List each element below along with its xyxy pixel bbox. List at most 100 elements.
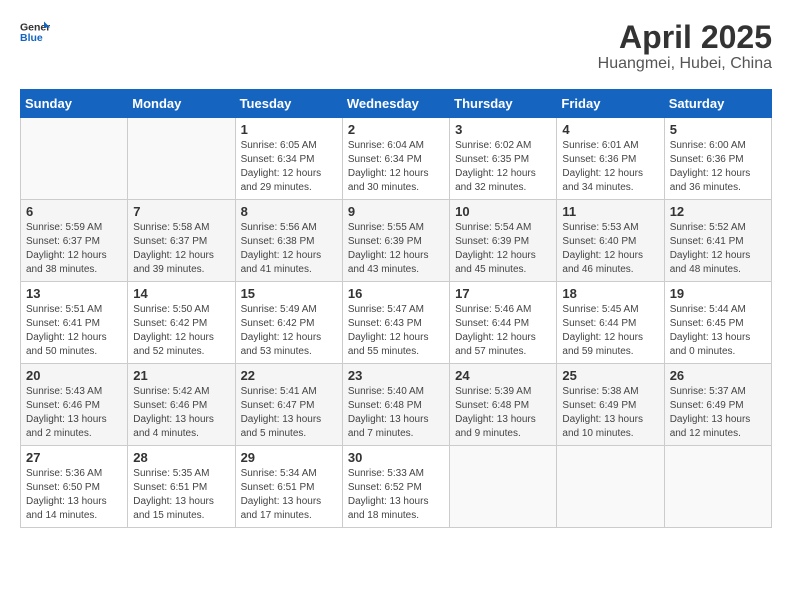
subtitle: Huangmei, Hubei, China — [598, 55, 772, 73]
day-number: 9 — [348, 204, 444, 219]
calendar-cell: 27 Sunrise: 5:36 AM Sunset: 6:50 PM Dayli… — [21, 446, 128, 528]
calendar-cell: 13Sunrise: 5:51 AM Sunset: 6:41 PM Dayli… — [21, 282, 128, 364]
day-info: Sunrise: 5:47 AM Sunset: 6:43 PM Dayligh… — [348, 303, 444, 359]
calendar-cell: 10 Sunrise: 5:54 AM Sunset: 6:39 PM Dayli… — [450, 200, 557, 282]
day-number: 3 — [455, 122, 551, 137]
calendar-cell: 20 Sunrise: 5:43 AM Sunset: 6:46 PM Dayli… — [21, 364, 128, 446]
calendar-cell — [450, 446, 557, 528]
calendar-cell: 14Sunrise: 5:50 AM Sunset: 6:42 PM Dayli… — [128, 282, 235, 364]
calendar-cell: 21 Sunrise: 5:42 AM Sunset: 6:46 PM Dayli… — [128, 364, 235, 446]
day-number: 18 — [562, 286, 658, 301]
calendar-cell: 15 Sunrise: 5:49 AM Sunset: 6:42 PM Dayli… — [235, 282, 342, 364]
calendar-cell: 17 Sunrise: 5:46 AM Sunset: 6:44 PM Dayli… — [450, 282, 557, 364]
day-number: 5 — [670, 122, 766, 137]
calendar-cell — [664, 446, 771, 528]
calendar-cell: 18 Sunrise: 5:45 AM Sunset: 6:44 PM Dayli… — [557, 282, 664, 364]
day-info: Sunrise: 5:37 AM Sunset: 6:49 PM Dayligh… — [670, 385, 766, 441]
day-header-monday: Monday — [128, 90, 235, 118]
day-info: Sunrise: 5:35 AM Sunset: 6:51 PM Dayligh… — [133, 467, 229, 523]
day-number: 29 — [241, 450, 337, 465]
day-info: Sunrise: 6:01 AM Sunset: 6:36 PM Dayligh… — [562, 139, 658, 195]
day-number: 12 — [670, 204, 766, 219]
calendar-cell: 6 Sunrise: 5:59 AM Sunset: 6:37 PM Daylig… — [21, 200, 128, 282]
calendar-cell: 12 Sunrise: 5:52 AM Sunset: 6:41 PM Dayli… — [664, 200, 771, 282]
calendar-cell: 23 Sunrise: 5:40 AM Sunset: 6:48 PM Dayli… — [342, 364, 449, 446]
calendar-cell: 11 Sunrise: 5:53 AM Sunset: 6:40 PM Dayli… — [557, 200, 664, 282]
week-row-2: 6 Sunrise: 5:59 AM Sunset: 6:37 PM Daylig… — [21, 200, 772, 282]
day-number: 7 — [133, 204, 229, 219]
day-number: 6 — [26, 204, 122, 219]
logo-icon: General Blue — [20, 20, 50, 44]
day-number: 16 — [348, 286, 444, 301]
day-info: Sunrise: 5:40 AM Sunset: 6:48 PM Dayligh… — [348, 385, 444, 441]
day-number: 11 — [562, 204, 658, 219]
day-number: 26 — [670, 368, 766, 383]
day-number: 4 — [562, 122, 658, 137]
calendar-cell: 2 Sunrise: 6:04 AM Sunset: 6:34 PM Daylig… — [342, 118, 449, 200]
calendar-cell: 26 Sunrise: 5:37 AM Sunset: 6:49 PM Dayli… — [664, 364, 771, 446]
calendar-cell — [557, 446, 664, 528]
day-info: Sunrise: 5:55 AM Sunset: 6:39 PM Dayligh… — [348, 221, 444, 277]
day-info: Sunrise: 5:45 AM Sunset: 6:44 PM Dayligh… — [562, 303, 658, 359]
day-header-thursday: Thursday — [450, 90, 557, 118]
header: General Blue April 2025 Huangmei, Hubei,… — [20, 20, 772, 73]
day-number: 27 — [26, 450, 122, 465]
calendar-cell: 8Sunrise: 5:56 AM Sunset: 6:38 PM Daylig… — [235, 200, 342, 282]
day-number: 20 — [26, 368, 122, 383]
week-row-5: 27 Sunrise: 5:36 AM Sunset: 6:50 PM Dayli… — [21, 446, 772, 528]
day-info: Sunrise: 5:42 AM Sunset: 6:46 PM Dayligh… — [133, 385, 229, 441]
week-row-4: 20 Sunrise: 5:43 AM Sunset: 6:46 PM Dayli… — [21, 364, 772, 446]
calendar-cell: 3 Sunrise: 6:02 AM Sunset: 6:35 PM Daylig… — [450, 118, 557, 200]
day-number: 2 — [348, 122, 444, 137]
day-info: Sunrise: 6:04 AM Sunset: 6:34 PM Dayligh… — [348, 139, 444, 195]
day-info: Sunrise: 5:33 AM Sunset: 6:52 PM Dayligh… — [348, 467, 444, 523]
calendar-cell: 1 Sunrise: 6:05 AM Sunset: 6:34 PM Daylig… — [235, 118, 342, 200]
day-number: 24 — [455, 368, 551, 383]
week-row-1: 1 Sunrise: 6:05 AM Sunset: 6:34 PM Daylig… — [21, 118, 772, 200]
day-info: Sunrise: 5:52 AM Sunset: 6:41 PM Dayligh… — [670, 221, 766, 277]
week-row-3: 13Sunrise: 5:51 AM Sunset: 6:41 PM Dayli… — [21, 282, 772, 364]
day-number: 8 — [241, 204, 337, 219]
day-number: 30 — [348, 450, 444, 465]
calendar-cell: 28Sunrise: 5:35 AM Sunset: 6:51 PM Dayli… — [128, 446, 235, 528]
calendar-cell: 25Sunrise: 5:38 AM Sunset: 6:49 PM Dayli… — [557, 364, 664, 446]
day-info: Sunrise: 6:05 AM Sunset: 6:34 PM Dayligh… — [241, 139, 337, 195]
day-number: 14 — [133, 286, 229, 301]
day-info: Sunrise: 5:53 AM Sunset: 6:40 PM Dayligh… — [562, 221, 658, 277]
calendar-cell: 24 Sunrise: 5:39 AM Sunset: 6:48 PM Dayli… — [450, 364, 557, 446]
day-number: 19 — [670, 286, 766, 301]
day-info: Sunrise: 5:59 AM Sunset: 6:37 PM Dayligh… — [26, 221, 122, 277]
day-info: Sunrise: 5:54 AM Sunset: 6:39 PM Dayligh… — [455, 221, 551, 277]
calendar-cell: 9 Sunrise: 5:55 AM Sunset: 6:39 PM Daylig… — [342, 200, 449, 282]
day-number: 25 — [562, 368, 658, 383]
day-number: 13 — [26, 286, 122, 301]
day-number: 1 — [241, 122, 337, 137]
day-info: Sunrise: 5:34 AM Sunset: 6:51 PM Dayligh… — [241, 467, 337, 523]
calendar-table: SundayMondayTuesdayWednesdayThursdayFrid… — [20, 89, 772, 528]
svg-text:Blue: Blue — [20, 32, 43, 44]
calendar-cell — [128, 118, 235, 200]
day-number: 21 — [133, 368, 229, 383]
day-info: Sunrise: 5:39 AM Sunset: 6:48 PM Dayligh… — [455, 385, 551, 441]
calendar-cell: 5Sunrise: 6:00 AM Sunset: 6:36 PM Daylig… — [664, 118, 771, 200]
day-info: Sunrise: 5:46 AM Sunset: 6:44 PM Dayligh… — [455, 303, 551, 359]
day-number: 10 — [455, 204, 551, 219]
calendar-cell: 4 Sunrise: 6:01 AM Sunset: 6:36 PM Daylig… — [557, 118, 664, 200]
day-number: 17 — [455, 286, 551, 301]
day-number: 15 — [241, 286, 337, 301]
day-info: Sunrise: 5:43 AM Sunset: 6:46 PM Dayligh… — [26, 385, 122, 441]
day-info: Sunrise: 5:36 AM Sunset: 6:50 PM Dayligh… — [26, 467, 122, 523]
day-header-tuesday: Tuesday — [235, 90, 342, 118]
day-info: Sunrise: 5:49 AM Sunset: 6:42 PM Dayligh… — [241, 303, 337, 359]
day-info: Sunrise: 5:58 AM Sunset: 6:37 PM Dayligh… — [133, 221, 229, 277]
calendar-cell: 29 Sunrise: 5:34 AM Sunset: 6:51 PM Dayli… — [235, 446, 342, 528]
logo: General Blue — [20, 20, 50, 44]
calendar-cell: 22Sunrise: 5:41 AM Sunset: 6:47 PM Dayli… — [235, 364, 342, 446]
calendar-cell: 16 Sunrise: 5:47 AM Sunset: 6:43 PM Dayli… — [342, 282, 449, 364]
day-number: 22 — [241, 368, 337, 383]
calendar-cell: 30 Sunrise: 5:33 AM Sunset: 6:52 PM Dayli… — [342, 446, 449, 528]
day-number: 23 — [348, 368, 444, 383]
day-header-friday: Friday — [557, 90, 664, 118]
main-title: April 2025 — [598, 20, 772, 55]
day-info: Sunrise: 6:02 AM Sunset: 6:35 PM Dayligh… — [455, 139, 551, 195]
